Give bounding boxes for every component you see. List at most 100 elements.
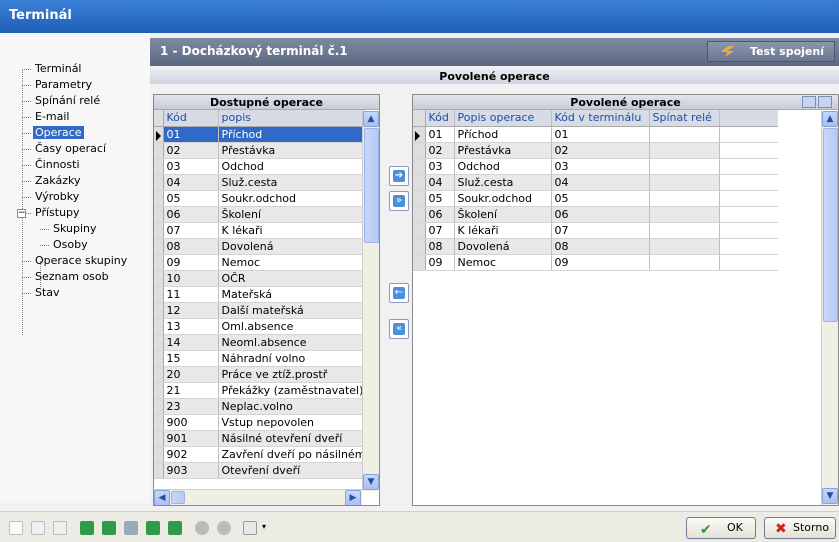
cell-description[interactable]: Školení xyxy=(218,206,364,223)
remove-all-button[interactable]: « xyxy=(389,319,409,339)
add-all-button[interactable]: » xyxy=(389,191,409,211)
cell-operation[interactable]: Dovolená xyxy=(454,238,552,255)
cell-operation[interactable]: Služ.cesta xyxy=(454,174,552,191)
available-horizontal-scrollbar[interactable]: ◀ ▶ xyxy=(154,489,362,505)
table-row[interactable]: 05 Soukr.odchod 05 xyxy=(413,190,778,207)
cell-description[interactable]: Překážky (zaměstnavatel) xyxy=(218,382,364,399)
collapse-icon[interactable]: − xyxy=(17,209,26,218)
table-row[interactable]: 15 Náhradní volno xyxy=(154,350,364,367)
tree-item[interactable]: Zakázky xyxy=(0,173,150,189)
tree-item[interactable]: Spínání relé xyxy=(0,93,150,109)
table-row[interactable]: 03 Odchod 03 xyxy=(413,158,778,175)
print-dropdown-icon[interactable]: ▾ xyxy=(262,522,266,531)
ok-button[interactable]: ✔ OK xyxy=(686,517,756,539)
cell-terminal-code[interactable]: 02 xyxy=(551,142,650,159)
table-row[interactable]: 09 Nemoc 09 xyxy=(413,254,778,271)
tree-item[interactable]: Seznam osob xyxy=(0,269,150,285)
tree-item[interactable]: Operace skupiny xyxy=(0,253,150,269)
column-header-relay[interactable]: Spínat relé xyxy=(649,110,720,127)
cell-code[interactable]: 06 xyxy=(163,206,219,223)
table-row[interactable]: 08 Dovolená xyxy=(154,238,364,255)
allowed-operations-table[interactable]: Kód Popis operace Kód v terminálu Spínat… xyxy=(413,110,778,271)
cell-operation[interactable]: Školení xyxy=(454,206,552,223)
cell-code[interactable]: 09 xyxy=(163,254,219,271)
cell-code[interactable]: 13 xyxy=(163,318,219,335)
cell-code[interactable]: 08 xyxy=(163,238,219,255)
cell-code[interactable]: 21 xyxy=(163,382,219,399)
cell-code[interactable]: 05 xyxy=(163,190,219,207)
tree-item[interactable]: Časy operací xyxy=(0,141,150,157)
available-operations-table[interactable]: Kód popis 01 Příchod 02 Přestávka 03 Odchod 04… xyxy=(154,110,364,479)
first-record-icon[interactable] xyxy=(80,521,94,535)
table-row[interactable]: 07 K lékaři 07 xyxy=(413,222,778,239)
cell-terminal-code[interactable]: 03 xyxy=(551,158,650,175)
last-record-icon[interactable] xyxy=(168,521,182,535)
cell-code[interactable]: 903 xyxy=(163,462,219,479)
table-row[interactable]: 903 Otevření dveří xyxy=(154,462,364,479)
cell-terminal-code[interactable]: 04 xyxy=(551,174,650,191)
column-header-code[interactable]: Kód xyxy=(163,110,219,127)
table-row[interactable]: 04 Služ.cesta 04 xyxy=(413,174,778,191)
cell-code[interactable]: 05 xyxy=(425,190,455,207)
table-row[interactable]: 06 Školení xyxy=(154,206,364,223)
tree-item[interactable]: Parametry xyxy=(0,77,150,93)
scroll-up-icon[interactable]: ▲ xyxy=(363,111,379,127)
cell-terminal-code[interactable]: 06 xyxy=(551,206,650,223)
table-row[interactable]: 01 Příchod 01 xyxy=(413,126,778,143)
cell-code[interactable]: 23 xyxy=(163,398,219,415)
column-header-description[interactable]: popis xyxy=(218,110,364,127)
cell-relay[interactable] xyxy=(649,254,720,271)
tree-item[interactable]: E-mail xyxy=(0,109,150,125)
table-row[interactable]: 02 Přestávka 02 xyxy=(413,142,778,159)
tree-item[interactable]: Terminál xyxy=(0,61,150,77)
cell-code[interactable]: 11 xyxy=(163,286,219,303)
cell-relay[interactable] xyxy=(649,190,720,207)
new-record-icon[interactable] xyxy=(9,521,23,535)
allowed-vertical-scrollbar[interactable]: ▲ ▼ xyxy=(821,111,838,505)
tree-item[interactable]: Stav xyxy=(0,285,150,301)
table-row[interactable]: 14 Neoml.absence xyxy=(154,334,364,351)
scroll-right-icon[interactable]: ▶ xyxy=(345,490,361,505)
column-header-operation[interactable]: Popis operace xyxy=(454,110,552,127)
cell-description[interactable]: Služ.cesta xyxy=(218,174,364,191)
cell-relay[interactable] xyxy=(649,158,720,175)
cell-code[interactable]: 902 xyxy=(163,446,219,463)
cell-description[interactable]: Příchod xyxy=(218,126,364,143)
cell-code[interactable]: 12 xyxy=(163,302,219,319)
cell-relay[interactable] xyxy=(649,222,720,239)
table-row[interactable]: 12 Další mateřská xyxy=(154,302,364,319)
table-row[interactable]: 05 Soukr.odchod xyxy=(154,190,364,207)
cell-description[interactable]: Vstup nepovolen xyxy=(218,414,364,431)
cell-description[interactable]: Neoml.absence xyxy=(218,334,364,351)
cell-description[interactable]: Dovolená xyxy=(218,238,364,255)
cell-description[interactable]: Soukr.odchod xyxy=(218,190,364,207)
cell-code[interactable]: 07 xyxy=(425,222,455,239)
cell-description[interactable]: Otevření dveří xyxy=(218,462,364,479)
available-vertical-scrollbar[interactable]: ▲ ▼ xyxy=(362,111,379,491)
scrollbar-thumb[interactable] xyxy=(171,491,185,504)
table-row[interactable]: 02 Přestávka xyxy=(154,142,364,159)
cell-description[interactable]: Odchod xyxy=(218,158,364,175)
cell-code[interactable]: 14 xyxy=(163,334,219,351)
table-row[interactable]: 03 Odchod xyxy=(154,158,364,175)
table-row[interactable]: 21 Překážky (zaměstnavatel) xyxy=(154,382,364,399)
cell-code[interactable]: 02 xyxy=(163,142,219,159)
cell-code[interactable]: 07 xyxy=(163,222,219,239)
cell-operation[interactable]: Soukr.odchod xyxy=(454,190,552,207)
table-row[interactable]: 13 Oml.absence xyxy=(154,318,364,335)
table-row[interactable]: 10 OČR xyxy=(154,270,364,287)
cell-code[interactable]: 15 xyxy=(163,350,219,367)
tree-item[interactable]: Operace xyxy=(0,125,150,141)
cell-terminal-code[interactable]: 01 xyxy=(551,126,650,143)
next-record-icon[interactable] xyxy=(146,521,160,535)
cell-description[interactable]: OČR xyxy=(218,270,364,287)
cell-operation[interactable]: Nemoc xyxy=(454,254,552,271)
cell-code[interactable]: 04 xyxy=(163,174,219,191)
move-up-icon[interactable] xyxy=(802,96,816,108)
cell-description[interactable]: Zavření dveří po násilném xyxy=(218,446,364,463)
cell-code[interactable]: 03 xyxy=(163,158,219,175)
test-connection-button[interactable]: Test spojení xyxy=(707,41,835,62)
cell-relay[interactable] xyxy=(649,206,720,223)
record-icon[interactable] xyxy=(124,521,138,535)
cell-description[interactable]: Přestávka xyxy=(218,142,364,159)
